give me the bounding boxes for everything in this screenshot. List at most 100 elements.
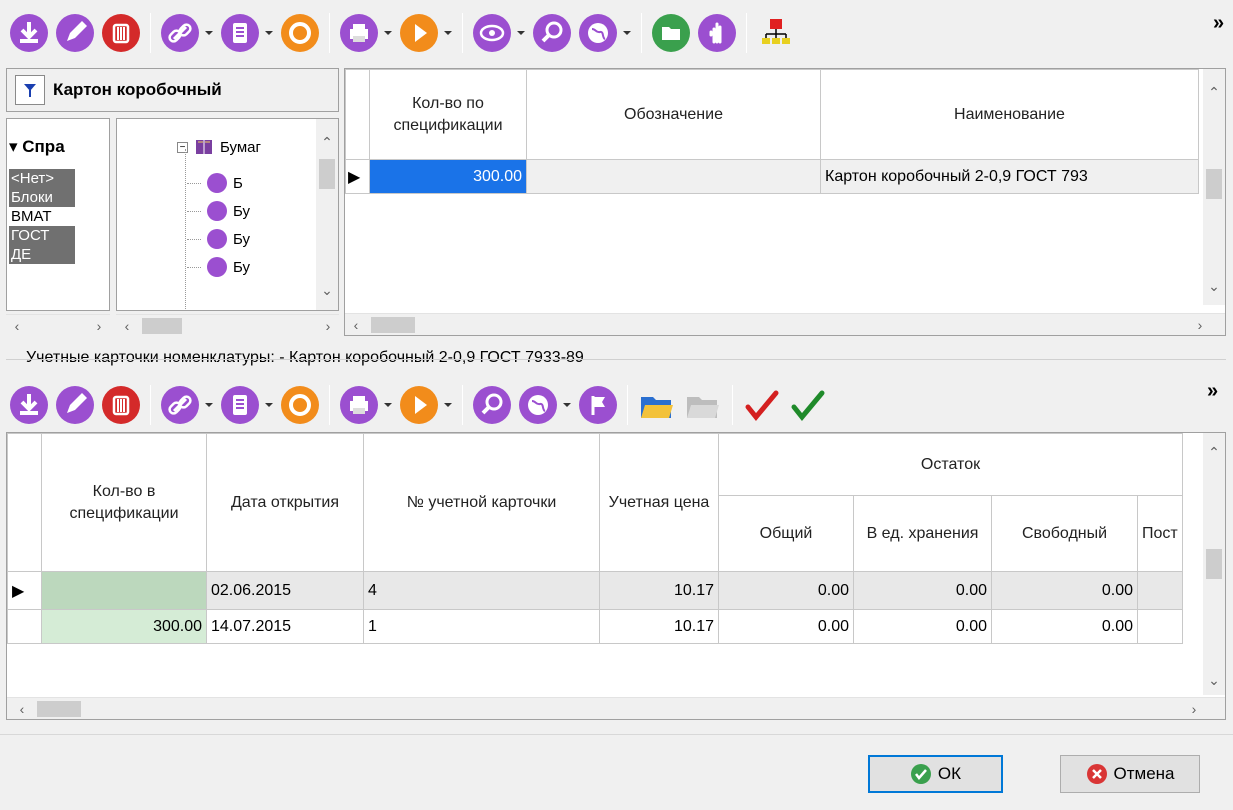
check-red-icon[interactable] xyxy=(742,385,782,425)
document-icon[interactable] xyxy=(220,13,260,53)
total-cell[interactable]: 0.00 xyxy=(718,571,854,610)
play-icon[interactable] xyxy=(399,13,439,53)
link-icon[interactable] xyxy=(160,13,200,53)
download-icon[interactable] xyxy=(9,385,49,425)
column-header[interactable]: № учетной карточки xyxy=(363,433,600,572)
free-cell[interactable]: 0.00 xyxy=(991,571,1138,610)
print-dropdown[interactable] xyxy=(382,13,394,53)
view-icon[interactable] xyxy=(472,13,512,53)
hand-icon[interactable] xyxy=(697,13,737,53)
free-cell[interactable]: 0.00 xyxy=(991,609,1138,644)
column-header[interactable]: Кол-во в спецификации xyxy=(41,433,207,572)
print-icon[interactable] xyxy=(339,385,379,425)
cards-toolbar-more-button[interactable]: » xyxy=(1207,380,1218,403)
delete-icon[interactable] xyxy=(101,13,141,53)
view-dropdown[interactable] xyxy=(515,13,527,53)
globe-dropdown[interactable] xyxy=(621,13,633,53)
print-dropdown[interactable] xyxy=(382,385,394,425)
column-header[interactable]: Кол-во по спецификации xyxy=(369,69,527,160)
column-header[interactable]: В ед. хранения xyxy=(853,495,992,572)
list-item[interactable]: Блоки xyxy=(9,188,75,207)
link-dropdown[interactable] xyxy=(203,13,215,53)
cards-horizontal-scrollbar[interactable]: ‹ › xyxy=(7,697,1225,719)
open-folder-icon[interactable] xyxy=(651,13,691,53)
scroll-down-icon[interactable]: ⌄ xyxy=(1203,669,1225,691)
link-dropdown[interactable] xyxy=(203,385,215,425)
storage-cell[interactable]: 0.00 xyxy=(853,571,992,610)
name-cell[interactable]: Картон коробочный 2-0,9 ГОСТ 793 xyxy=(820,159,1199,194)
scroll-up-icon[interactable]: ⌃ xyxy=(316,131,338,153)
column-header[interactable]: Учетная цена xyxy=(599,433,719,572)
qty-cell[interactable]: 300.00 xyxy=(41,609,207,644)
search-icon[interactable] xyxy=(532,13,572,53)
document-dropdown[interactable] xyxy=(263,385,275,425)
tree-vertical-scrollbar[interactable]: ⌃ ⌄ xyxy=(316,119,338,310)
globe-icon[interactable] xyxy=(578,13,618,53)
column-header[interactable]: Общий xyxy=(718,495,854,572)
card-no-cell[interactable]: 1 xyxy=(363,609,600,644)
globe-icon[interactable] xyxy=(518,385,558,425)
price-cell[interactable]: 10.17 xyxy=(599,571,719,610)
scroll-left-icon[interactable]: ‹ xyxy=(11,698,33,720)
table-row[interactable]: 300.00 14.07.2015 1 10.17 0.00 0.00 0.00 xyxy=(7,609,1183,644)
column-header[interactable]: Пост xyxy=(1137,495,1183,572)
spec-horizontal-scrollbar[interactable]: ‹ › xyxy=(345,313,1225,335)
scroll-down-icon[interactable]: ⌄ xyxy=(1203,275,1225,297)
table-row[interactable]: ▶ 02.06.2015 4 10.17 0.00 0.00 0.00 xyxy=(7,571,1183,610)
toolbar-more-button[interactable]: » xyxy=(1213,12,1224,35)
qty-cell[interactable]: 300.00 xyxy=(369,159,527,194)
scroll-left-icon[interactable]: ‹ xyxy=(345,314,367,336)
tree-node[interactable]: Бу xyxy=(187,225,250,253)
post-cell[interactable] xyxy=(1137,571,1183,610)
tree-node-root[interactable]: − Бумаг xyxy=(177,137,261,157)
card-no-cell[interactable]: 4 xyxy=(363,571,600,610)
play-dropdown[interactable] xyxy=(442,13,454,53)
spec-vertical-scrollbar[interactable]: ⌃ ⌄ xyxy=(1203,69,1225,305)
refresh-icon[interactable] xyxy=(280,385,320,425)
cards-vertical-scrollbar[interactable]: ⌃ ⌄ xyxy=(1203,433,1225,695)
edit-icon[interactable] xyxy=(55,13,95,53)
column-header[interactable]: Наименование xyxy=(820,69,1199,160)
total-cell[interactable]: 0.00 xyxy=(718,609,854,644)
collapse-icon[interactable]: − xyxy=(177,141,188,153)
link-icon[interactable] xyxy=(160,385,200,425)
tree-node[interactable]: Бу xyxy=(187,197,250,225)
tree-hscroll[interactable]: ‹ › xyxy=(116,314,339,336)
list-item[interactable]: ГОСТ xyxy=(9,226,75,245)
tree-node[interactable]: Бу xyxy=(187,253,250,281)
flag-icon[interactable] xyxy=(578,385,618,425)
list-item[interactable]: <Нет> xyxy=(9,169,75,188)
scroll-left-icon[interactable]: ‹ xyxy=(116,315,138,337)
scroll-right-icon[interactable]: › xyxy=(88,315,110,337)
download-icon[interactable] xyxy=(9,13,49,53)
check-green-icon[interactable] xyxy=(788,385,828,425)
qty-cell[interactable] xyxy=(41,571,207,610)
filter-icon[interactable] xyxy=(15,75,45,105)
column-header[interactable]: Свободный xyxy=(991,495,1138,572)
storage-cell[interactable]: 0.00 xyxy=(853,609,992,644)
refresh-icon[interactable] xyxy=(280,13,320,53)
open-folder-icon[interactable] xyxy=(637,385,677,425)
scroll-right-icon[interactable]: › xyxy=(317,315,339,337)
edit-icon[interactable] xyxy=(55,385,95,425)
designation-cell[interactable] xyxy=(526,159,821,194)
print-icon[interactable] xyxy=(339,13,379,53)
document-icon[interactable] xyxy=(220,385,260,425)
scroll-down-icon[interactable]: ⌄ xyxy=(316,279,338,301)
date-cell[interactable]: 02.06.2015 xyxy=(206,571,364,610)
scroll-up-icon[interactable]: ⌃ xyxy=(1203,81,1225,103)
group-header[interactable]: ▾ Спра xyxy=(9,137,65,157)
column-header[interactable]: Дата открытия xyxy=(206,433,364,572)
tree-node[interactable]: Б xyxy=(187,169,250,197)
network-icon[interactable] xyxy=(756,13,796,53)
globe-dropdown[interactable] xyxy=(561,385,573,425)
list-item[interactable]: ДЕ xyxy=(9,245,75,264)
column-header[interactable]: Обозначение xyxy=(526,69,821,160)
folder-disabled-icon[interactable] xyxy=(683,385,723,425)
date-cell[interactable]: 14.07.2015 xyxy=(206,609,364,644)
scroll-up-icon[interactable]: ⌃ xyxy=(1203,441,1225,463)
document-dropdown[interactable] xyxy=(263,13,275,53)
post-cell[interactable] xyxy=(1137,609,1183,644)
play-icon[interactable] xyxy=(399,385,439,425)
ok-button[interactable]: ОК xyxy=(868,755,1003,793)
